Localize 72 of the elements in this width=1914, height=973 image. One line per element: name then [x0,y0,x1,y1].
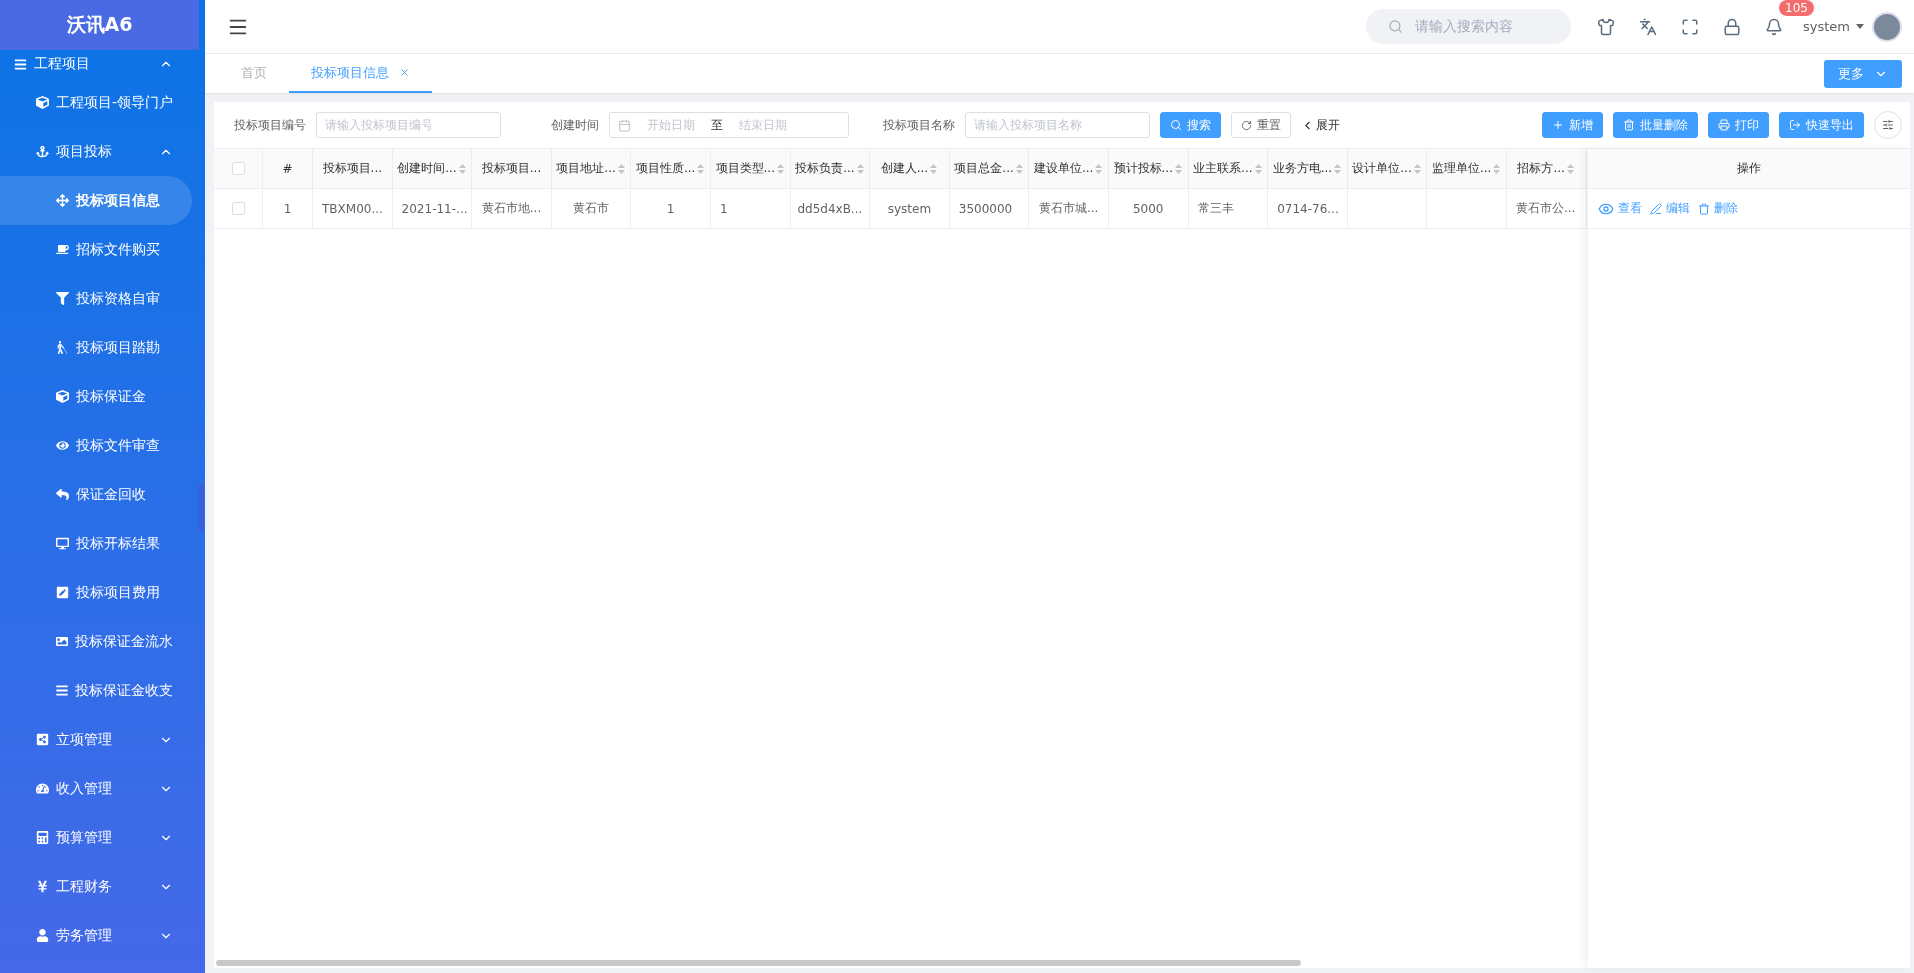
sidebar-item[interactable]: 保证金回收 [0,470,199,519]
filter-label: 创建时间 [551,116,599,134]
table-cell: dd5d4xB... [790,189,871,229]
column-header[interactable]: 投标项目... [313,149,393,189]
filter-label: 投标项目名称 [883,116,955,134]
column-header[interactable]: 项目类型... [710,149,791,189]
table-cell: TBXM00... [313,189,393,229]
column-header[interactable]: # [263,149,313,189]
table-cell: 常三丰 [1188,189,1269,229]
table-cell: 0714-76... [1268,189,1348,229]
delete-button[interactable]: 批量删除 [1613,112,1698,138]
sidebar-item[interactable]: 投标保证金 [0,372,199,421]
sidebar-item[interactable]: 投标保证金流水 [0,617,199,666]
sidebar-item[interactable]: 立项管理 [0,715,199,764]
column-header[interactable]: 创建时间... [392,149,473,189]
column-header[interactable]: 投标项目... [472,149,552,189]
filter-label: 投标项目编号 [234,116,306,134]
export-button[interactable]: 快速导出 [1779,112,1864,138]
delete-link[interactable]: 删除 [1698,200,1738,217]
more-button[interactable]: 更多 [1824,59,1902,88]
table-cell: system [870,189,950,229]
print-button[interactable]: 打印 [1708,112,1769,138]
column-header[interactable]: 监理单位... [1427,149,1507,189]
tab[interactable]: 投标项目信息 [289,54,432,93]
project-name-input[interactable]: 请输入投标项目名称 [965,112,1150,138]
column-header[interactable]: 项目总金... [949,149,1030,189]
sidebar-item[interactable]: 投标开标结果 [0,519,199,568]
column-header[interactable]: 招标方... [1506,149,1587,189]
sidebar-item[interactable]: 投标保证金收支 [0,666,199,715]
table-cell: 1 [263,189,313,229]
table-cell: 黄石市地... [472,189,552,229]
sidebar-item[interactable]: 工程项目-领导门户 [0,78,199,127]
sidebar-item[interactable]: 工程财务 [0,862,199,911]
table-cell: 黄石市 [551,189,632,229]
date-range-field[interactable]: 开始日期 至 结束日期 [609,112,849,138]
table-cell: 5000 [1108,189,1189,229]
sidebar-item[interactable]: 投标项目信息 [0,176,192,225]
add-button[interactable]: 新增 [1542,112,1603,138]
column-header[interactable]: 投标负责... [790,149,871,189]
table-cell: 黄石市公... [1506,189,1587,229]
sidebar-item[interactable]: 招标文件购买 [0,225,199,274]
view-link[interactable]: 查看 [1598,200,1642,217]
sidebar-item[interactable]: 收入管理 [0,764,199,813]
column-header[interactable]: 业务方电... [1268,149,1348,189]
sidebar-item[interactable]: 投标文件审查 [0,421,199,470]
column-header[interactable]: 建设单位... [1029,149,1109,189]
column-header[interactable]: 创建人... [870,149,950,189]
sidebar-item[interactable]: 工程项目 [0,50,199,78]
table-cell: 2021-11-... [392,189,473,229]
app-logo: 沃讯A6 [0,0,199,50]
column-header[interactable]: 业主联系... [1188,149,1269,189]
sidebar-item[interactable]: 项目投标 [0,127,199,176]
user-menu[interactable]: system [1803,19,1864,34]
table-cell: 1 [710,189,791,229]
column-header[interactable]: 预计投标... [1108,149,1189,189]
sidebar-item[interactable]: 投标资格自审 [0,274,199,323]
sidebar-item[interactable]: 投标项目费用 [0,568,199,617]
edit-link[interactable]: 编辑 [1650,200,1690,217]
sidebar-item[interactable]: 预算管理 [0,813,199,862]
table-cell: 1 [631,189,711,229]
notification-badge: 105 [1779,0,1814,16]
sidebar-item[interactable]: 劳务管理 [0,911,199,960]
table-cell: 黄石市城... [1029,189,1109,229]
expand-link[interactable]: 展开 [1301,116,1340,134]
sidebar-item[interactable]: 投标项目踏勘 [0,323,199,372]
column-header[interactable]: 项目性质... [631,149,711,189]
column-header: 操作 [1588,149,1910,189]
table-cell: 3500000 [949,189,1030,229]
column-header[interactable]: 项目地址... [551,149,632,189]
column-header[interactable]: 设计单位... [1347,149,1428,189]
reset-button[interactable]: 重置 [1231,112,1291,138]
search-button[interactable]: 搜索 [1160,112,1221,138]
